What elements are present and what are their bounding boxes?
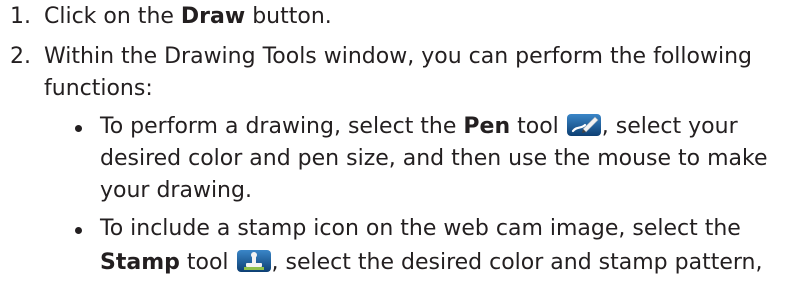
text: , select the desired color and stamp pat…	[271, 250, 763, 275]
step-number: 1.	[10, 4, 31, 29]
bullet-1-line-3: your drawing.	[100, 178, 252, 203]
text: Click on the	[44, 4, 181, 29]
bullet	[75, 227, 82, 234]
text: To perform a drawing, select the	[100, 114, 464, 139]
step-2-line-1: Within the Drawing Tools window, you can…	[44, 44, 752, 69]
bullet-1-line-2: desired color and pen size, and then use…	[100, 146, 768, 171]
text: button.	[245, 4, 332, 29]
text: , select your	[601, 114, 738, 139]
step-2-line-2: functions:	[44, 76, 153, 101]
bullet	[75, 125, 82, 132]
bullet-2-line-2: Stamp tool , select the desired color an…	[100, 246, 762, 284]
draw-term: Draw	[180, 4, 246, 29]
pen-term: Pen	[463, 114, 511, 139]
stamp-tool-icon	[236, 249, 271, 284]
text: tool	[179, 250, 236, 275]
instruction-page: 1. Click on the Draw button. 2. Within t…	[0, 0, 794, 282]
step-number: 2.	[10, 44, 31, 69]
text: tool	[510, 114, 566, 139]
stamp-term: Stamp	[100, 250, 180, 275]
bullet-2-line-1: To include a stamp icon on the web cam i…	[100, 216, 741, 241]
step-1-text: Click on the Draw button.	[44, 0, 332, 34]
